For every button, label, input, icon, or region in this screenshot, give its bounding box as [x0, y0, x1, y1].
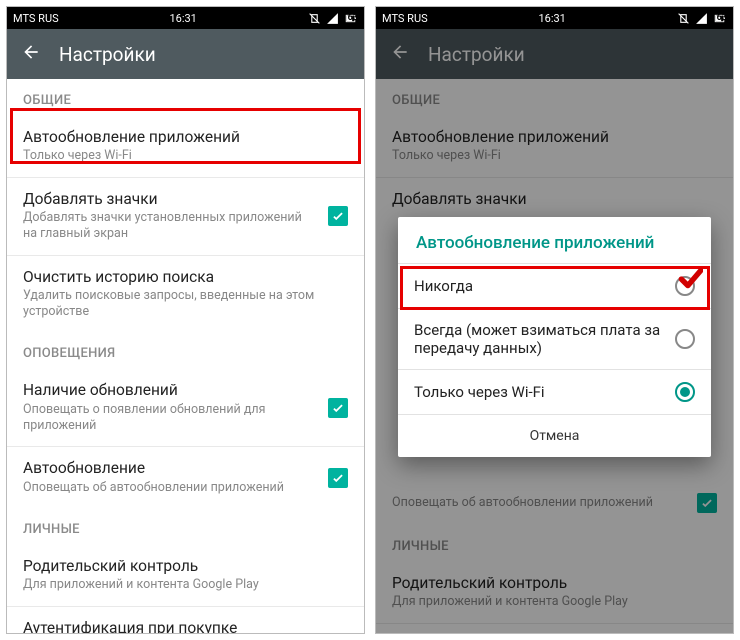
settings-list: ОБЩИЕ Автообновление приложений Только ч…: [7, 79, 364, 634]
item-parental-controls[interactable]: Родительский контроль Для приложений и к…: [7, 545, 364, 606]
checkbox-checked-icon[interactable]: [328, 398, 348, 418]
item-auto-update-notif[interactable]: Автообновление Оповещать об автообновлен…: [7, 447, 364, 508]
phone-right: MTS RUS 16:31 63 Настройки ОБЩИЕ Автообн…: [375, 6, 734, 634]
clock: 16:31: [59, 12, 308, 25]
battery-pct: 63: [348, 13, 358, 23]
item-add-icons[interactable]: Добавлять значки Добавлять значки устано…: [7, 178, 364, 255]
checkbox-checked-icon[interactable]: [328, 468, 348, 488]
battery-pct: 63: [717, 13, 727, 23]
option-label: Только через Wi-Fi: [414, 383, 663, 401]
radio-selected-icon: [675, 382, 695, 402]
item-subtitle: Удалить поисковые запросы, введенные на …: [23, 288, 348, 321]
item-subtitle: Для приложений и контента Google Play: [23, 577, 348, 593]
phone-left: MTS RUS 16:31 63 Настройки ОБЩИЕ Автообн…: [6, 6, 365, 634]
item-auto-update-apps[interactable]: Автообновление приложений Только через W…: [7, 116, 364, 177]
radio-icon: [675, 276, 695, 296]
page-title: Настройки: [59, 43, 156, 66]
checkbox-checked-icon[interactable]: [328, 206, 348, 226]
item-title: Добавлять значки: [23, 190, 314, 209]
section-common: ОБЩИЕ: [7, 79, 364, 116]
status-icons: 63: [677, 12, 727, 25]
item-subtitle: Оповещать об автообновлении приложений: [23, 480, 314, 496]
back-icon[interactable]: [21, 42, 41, 66]
item-title: Родительский контроль: [23, 557, 348, 576]
cancel-button[interactable]: Отмена: [398, 415, 711, 457]
option-always[interactable]: Всегда (может взиматься плата за передач…: [398, 309, 711, 369]
vibrate-icon: [677, 12, 690, 25]
clock: 16:31: [428, 12, 677, 25]
option-label: Всегда (может взиматься плата за передач…: [414, 321, 663, 357]
item-title: Автообновление приложений: [23, 128, 348, 147]
option-label: Никогда: [414, 277, 663, 295]
item-title: Наличие обновлений: [23, 381, 314, 400]
item-subtitle: Добавлять значки установленных приложени…: [23, 210, 314, 243]
option-never[interactable]: Никогда: [398, 264, 711, 308]
app-bar: Настройки: [7, 29, 364, 79]
carrier-label: MTS RUS: [13, 12, 59, 25]
item-updates-available[interactable]: Наличие обновлений Оповещать о появлении…: [7, 369, 364, 446]
item-title: Автообновление: [23, 459, 314, 478]
section-notifications: ОПОВЕЩЕНИЯ: [7, 332, 364, 369]
item-subtitle: Оповещать о появлении обновлений для при…: [23, 402, 314, 435]
dialog-title: Автообновление приложений: [398, 217, 711, 263]
carrier-label: MTS RUS: [382, 12, 428, 25]
status-icons: 63: [308, 12, 358, 25]
radio-icon: [675, 329, 695, 349]
signal-icon: [695, 12, 708, 25]
item-title: Аутентификация при покупке: [23, 619, 348, 635]
item-title: Очистить историю поиска: [23, 268, 348, 287]
signal-icon: [326, 12, 339, 25]
item-clear-history[interactable]: Очистить историю поиска Удалить поисковы…: [7, 256, 364, 333]
item-subtitle: Только через Wi-Fi: [23, 148, 348, 164]
option-wifi-only[interactable]: Только через Wi-Fi: [398, 370, 711, 414]
vibrate-icon: [308, 12, 321, 25]
status-bar: MTS RUS 16:31 63: [7, 7, 364, 29]
section-personal: ЛИЧНЫЕ: [7, 508, 364, 545]
status-bar: MTS RUS 16:31 63: [376, 7, 733, 29]
auto-update-dialog: Автообновление приложений Никогда Всегда…: [398, 217, 711, 457]
item-auth-on-purchase[interactable]: Аутентификация при покупке: [7, 607, 364, 635]
